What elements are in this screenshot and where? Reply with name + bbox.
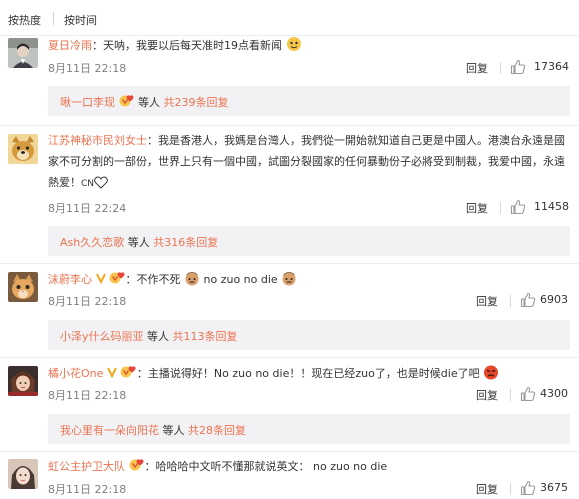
reply-button[interactable]: 回复	[476, 387, 498, 403]
emoji-icon	[483, 364, 499, 387]
comment-username[interactable]: 江苏神秘市民刘女士	[48, 134, 147, 147]
divider	[0, 357, 579, 358]
avatar[interactable]	[8, 134, 38, 164]
comment-date: 8月11日 22:18	[48, 389, 127, 402]
reply-summary-text: 小泽y什么码丽亚 等人 共113条回复	[60, 328, 238, 344]
reply-summary-count[interactable]: 共316条回复	[153, 236, 218, 249]
comment-date: 8月11日 22:24	[48, 202, 127, 215]
divider	[0, 263, 579, 264]
emoji-icon	[184, 270, 200, 293]
divider	[0, 451, 579, 452]
meta-divider	[510, 483, 511, 495]
reply-summary: 啾一口李现 等人 共239条回复	[48, 86, 570, 116]
like-count: 4300	[540, 387, 568, 400]
comment-meta: 8月11日 22:18 回复 17364	[48, 58, 578, 78]
sort-tabs: 按热度 按时间	[0, 0, 579, 36]
reply-summary-count[interactable]: 共113条回复	[173, 330, 238, 343]
comment-content: 不作不死	[136, 273, 181, 286]
emoji-icon	[286, 36, 302, 59]
reply-summary-text: Ash久久恋歌 等人 共316条回复	[60, 234, 218, 250]
vip-badge-icon	[107, 365, 137, 386]
comment-username[interactable]: 沫蔚李心	[48, 273, 92, 286]
reply-summary: 小泽y什么码丽亚 等人 共113条回复	[48, 320, 570, 350]
reply-summary-middle: 等人	[138, 96, 160, 109]
reply-summary: 我心里有一朵向阳花 等人 共28条回复	[48, 414, 570, 444]
avatar-image	[8, 366, 38, 396]
divider	[0, 125, 579, 126]
reply-summary-user[interactable]: Ash久久恋歌	[60, 236, 124, 249]
reply-button[interactable]: 回复	[466, 60, 488, 76]
reply-summary-text: 啾一口李现 等人 共239条回复	[60, 94, 229, 111]
reply-summary-text: 我心里有一朵向阳花 等人 共28条回复	[60, 422, 246, 438]
comment-text: 夏日冷雨：天呐，我要以后每天准时19点看新闻	[48, 35, 570, 59]
thumbs-up-icon[interactable]	[520, 480, 536, 499]
heart-icon	[94, 175, 108, 196]
thumbs-up-icon[interactable]	[520, 292, 536, 311]
reply-summary-user[interactable]: 我心里有一朵向阳花	[60, 424, 159, 437]
avatar-image	[8, 38, 38, 68]
emoji-icon	[281, 270, 297, 293]
reply-summary-count[interactable]: 共239条回复	[164, 96, 229, 109]
reply-summary-middle: 等人	[127, 236, 150, 249]
comment-date: 8月11日 22:18	[48, 483, 127, 496]
comment-colon: ：	[144, 460, 156, 473]
comment-text: 虹公主护卫大队 ：哈哈哈中文听不懂那就说英文： no zuo no die	[48, 456, 570, 479]
reply-button[interactable]: 回复	[476, 481, 498, 497]
avatar-image	[8, 459, 38, 489]
tab-divider	[53, 12, 54, 25]
tab-sort-by-time[interactable]: 按时间	[64, 12, 97, 28]
comment-colon: ：	[125, 273, 137, 286]
comment-text: 沫蔚李心 ：不作不死 no zuo no die	[48, 269, 570, 293]
comment-text: 橘小花One ：主播说得好！No zuo no die！！现在已经zuo了，也是…	[48, 363, 570, 387]
reply-summary-user[interactable]: 小泽y什么码丽亚	[60, 330, 144, 343]
avatar[interactable]	[8, 366, 38, 396]
vip-badge-icon	[119, 94, 135, 111]
like-count: 17364	[534, 60, 569, 73]
comment-colon: ：	[136, 367, 148, 380]
comment-username[interactable]: 夏日冷雨	[48, 39, 92, 52]
meta-divider	[510, 295, 511, 307]
reply-button[interactable]: 回复	[466, 200, 488, 216]
comment-content-tail: no zuo no die	[203, 273, 278, 286]
comment-meta: 8月11日 22:18 回复 3675	[48, 479, 578, 499]
vip-badge-icon	[95, 271, 126, 292]
comment-content: 主播说得好！No zuo no die！！现在已经zuo了，也是时候die了吧	[147, 367, 480, 380]
thumbs-up-icon[interactable]	[520, 386, 536, 405]
comment-date: 8月11日 22:18	[48, 295, 127, 308]
meta-divider	[500, 202, 501, 214]
reply-summary-count[interactable]: 共28条回复	[188, 424, 246, 437]
reply-summary-middle: 等人	[162, 424, 185, 437]
comment-text: 江苏神秘市民刘女士：我是香港人，我媽是台灣人，我們從一開始就知道自己更是中國人。…	[48, 130, 570, 196]
like-count: 11458	[534, 200, 569, 213]
avatar-image	[8, 134, 38, 164]
comment-username[interactable]: 橘小花One	[48, 367, 103, 380]
meta-divider	[510, 389, 511, 401]
thumbs-up-icon[interactable]	[510, 199, 526, 218]
comment-username[interactable]: 虹公主护卫大队	[48, 460, 125, 473]
reply-button[interactable]: 回复	[476, 293, 498, 309]
like-count: 6903	[540, 293, 568, 306]
comment-colon: ：	[147, 134, 158, 147]
comment-meta: 8月11日 22:18 回复 6903	[48, 291, 578, 311]
vip-badge-icon	[129, 458, 145, 479]
reply-summary: Ash久久恋歌 等人 共316条回复	[48, 226, 570, 256]
avatar[interactable]	[8, 38, 38, 68]
comment-content: 哈哈哈中文听不懂那就说英文： no zuo no die	[155, 460, 388, 473]
reply-summary-middle: 等人	[147, 330, 170, 343]
reply-summary-user[interactable]: 啾一口李现	[60, 96, 115, 109]
comment-content: 天呐，我要以后每天准时19点看新闻	[103, 39, 282, 52]
comment-colon: ：	[92, 39, 103, 52]
comment-meta: 8月11日 22:18 回复 4300	[48, 385, 578, 405]
comment-date: 8月11日 22:18	[48, 62, 127, 75]
comment-suffix: CN	[81, 179, 95, 189]
tab-sort-by-hot[interactable]: 按热度	[8, 12, 41, 28]
like-count: 3675	[540, 481, 568, 494]
avatar[interactable]	[8, 459, 38, 489]
meta-divider	[500, 62, 501, 74]
avatar[interactable]	[8, 272, 38, 302]
thumbs-up-icon[interactable]	[510, 59, 526, 78]
avatar-image	[8, 272, 38, 302]
comment-meta: 8月11日 22:24 回复 11458	[48, 198, 578, 218]
